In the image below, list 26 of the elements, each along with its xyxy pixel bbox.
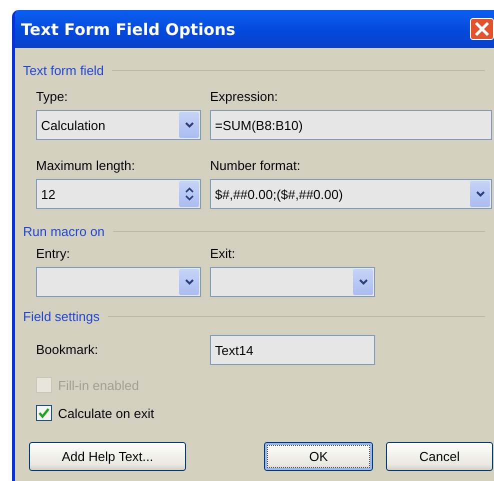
field-label: Entry: (36, 246, 71, 262)
window-title: Text Form Field Options (21, 20, 236, 38)
dialog-button[interactable]: Cancel (386, 442, 493, 471)
section-heading: Field settings (23, 308, 100, 324)
dialog-button[interactable]: OK (264, 442, 373, 471)
field-label: Bookmark: (36, 342, 100, 358)
maximum-length-spinner[interactable]: 12 (36, 179, 201, 209)
exit-dropdown[interactable] (210, 267, 375, 297)
field-label: Expression: (210, 89, 279, 105)
checkmark-icon (38, 407, 50, 419)
close-button[interactable] (470, 18, 494, 40)
bookmark-field[interactable]: Text14 (210, 335, 375, 365)
section-heading: Run macro on (23, 224, 105, 238)
number-format-dropdown[interactable]: $#,##0.00;($#,##0.00) (210, 179, 492, 209)
expression-field[interactable]: =SUM(B8:B10) (210, 110, 492, 140)
field-label: Maximum length: (36, 158, 136, 174)
section-heading: Text form field (23, 62, 104, 78)
entry-dropdown[interactable] (36, 267, 201, 297)
type-dropdown[interactable]: Calculation (36, 110, 201, 140)
field-label: Type: (36, 89, 69, 105)
field-label: Number format: (210, 158, 302, 174)
checkbox-option[interactable]: Calculate on exit (36, 405, 494, 421)
spin-arrows-icon (179, 181, 199, 207)
field-label: Exit: (210, 246, 236, 262)
close-icon (473, 20, 491, 38)
dialog-button[interactable]: Add Help Text... (29, 442, 186, 471)
